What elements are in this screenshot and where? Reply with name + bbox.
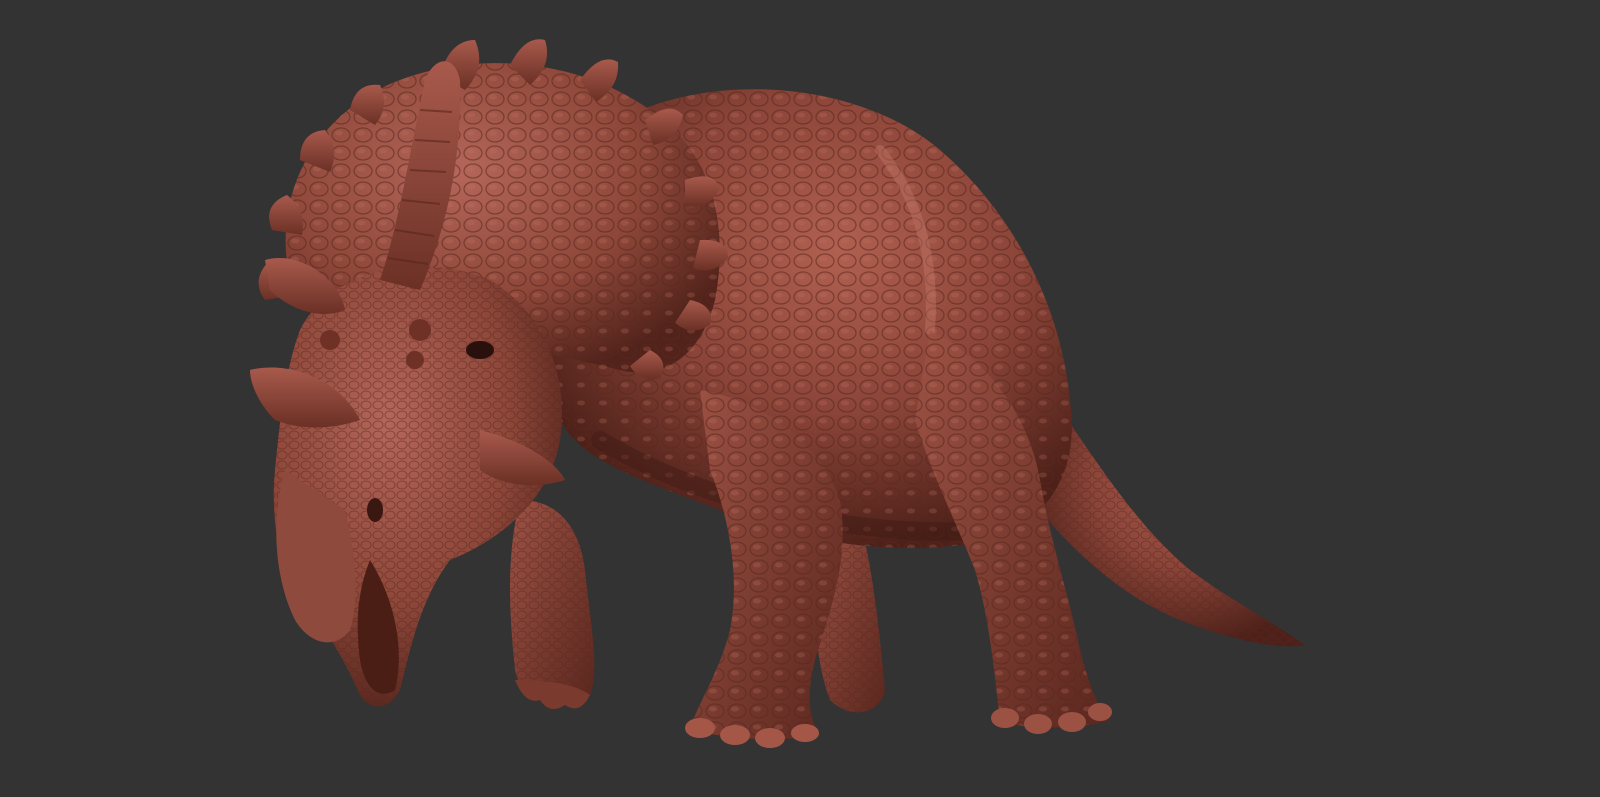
tail <box>1040 380 1305 647</box>
sculpt-viewport[interactable] <box>0 0 1600 797</box>
far-front-leg <box>510 500 595 709</box>
dinosaur-sculpt <box>250 39 1305 748</box>
nostril <box>367 498 383 522</box>
eye <box>466 341 494 359</box>
